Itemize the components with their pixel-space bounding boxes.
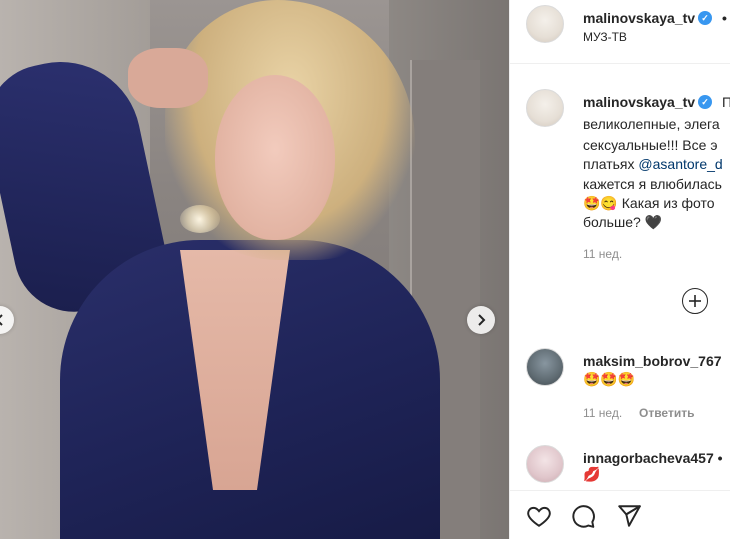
header-separator-dot: • <box>721 10 727 26</box>
verified-badge-icon: ✓ <box>698 95 713 110</box>
caption-line: великолепные, элега <box>583 116 720 132</box>
commenter-username-text[interactable]: innagorbacheva457 <box>583 450 714 466</box>
send-icon[interactable] <box>616 503 642 529</box>
load-more-comments-button[interactable] <box>682 288 708 314</box>
caption-line: 🤩😋 Какая из фото <box>583 195 715 212</box>
caption-line: кажется я влюбилась <box>583 176 722 192</box>
comment-timestamp[interactable]: 11 нед. <box>583 406 622 420</box>
caption-emojis: 🤩😋 <box>583 195 618 211</box>
caption-author-avatar[interactable] <box>526 89 564 127</box>
caption-username-text[interactable]: malinovskaya_tv <box>583 94 695 110</box>
photo-face <box>215 75 335 240</box>
caption-text: Какая из фото <box>621 195 715 211</box>
caption-text: больше? <box>583 214 641 230</box>
photo-hand <box>128 48 208 108</box>
caption-text: платьях <box>583 156 639 172</box>
comment-icon[interactable] <box>570 503 596 529</box>
post-photo[interactable] <box>0 0 509 539</box>
heart-icon[interactable] <box>526 503 552 529</box>
chevron-left-icon <box>0 314 3 326</box>
post-location[interactable]: МУЗ-ТВ <box>583 30 627 44</box>
caption-line: платьях @asantore_d <box>583 156 723 172</box>
next-photo-button[interactable] <box>467 306 495 334</box>
comment-separator-dot: • <box>717 450 723 466</box>
caption-black-heart: 🖤 <box>644 214 663 230</box>
plus-circle-icon <box>689 295 701 307</box>
caption-line: больше? 🖤 <box>583 214 662 231</box>
post-actions-bar <box>510 490 730 539</box>
caption-author-username[interactable]: malinovskaya_tv✓ П <box>583 94 730 110</box>
caption-timestamp[interactable]: 11 нед. <box>583 247 622 261</box>
post-details-panel: malinovskaya_tv ✓ • МУЗ-ТВ malinovskaya_t… <box>509 0 730 539</box>
comment-text: 🤩🤩🤩 <box>583 371 636 387</box>
author-username-text[interactable]: malinovskaya_tv <box>583 10 695 26</box>
post-header: malinovskaya_tv ✓ • МУЗ-ТВ <box>510 0 730 64</box>
author-avatar[interactable] <box>526 5 564 43</box>
commenter-username[interactable]: innagorbacheva457 • <box>583 450 723 466</box>
caption-mention-link[interactable]: @asantore_d <box>638 156 722 172</box>
author-username[interactable]: malinovskaya_tv ✓ • <box>583 10 727 26</box>
commenter-avatar[interactable] <box>526 445 564 483</box>
caption-first-char: П <box>722 94 730 110</box>
commenter-username[interactable]: maksim_bobrov_767 <box>583 353 722 369</box>
chevron-right-icon <box>478 314 486 326</box>
comment-text: 💋 <box>583 466 601 482</box>
caption-line: сексуальные!!! Все э <box>583 137 718 153</box>
verified-badge-icon: ✓ <box>698 11 713 26</box>
commenter-avatar[interactable] <box>526 348 564 386</box>
reply-button[interactable]: Ответить <box>639 406 694 420</box>
